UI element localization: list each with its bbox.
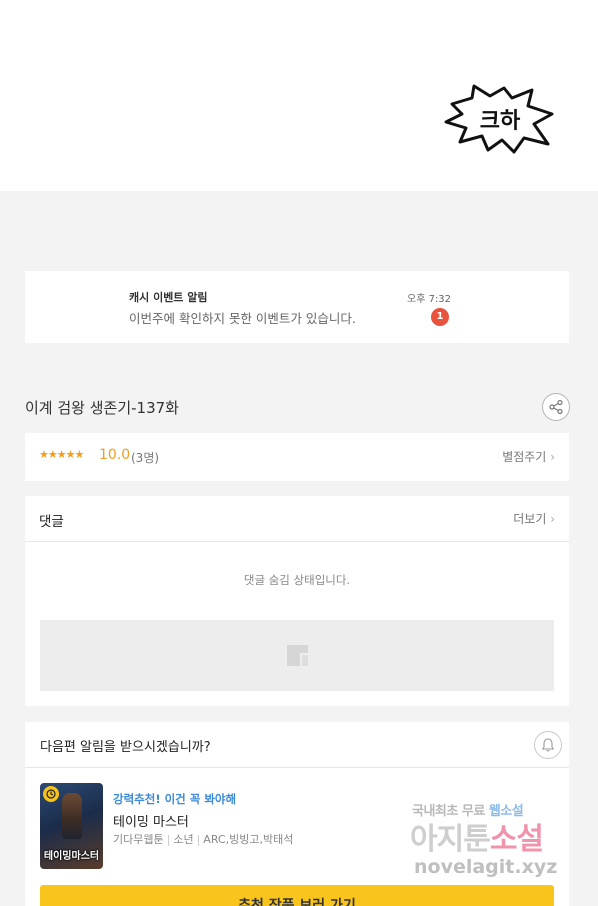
meta-type: 기다무웹툰	[113, 833, 164, 846]
chevron-right-icon: ›	[550, 450, 555, 464]
comments-hidden-message: 댓글 숨김 상태입니다.	[243, 573, 351, 587]
recommend-tag: 강력추천! 이건 꼭 봐야해	[113, 792, 237, 806]
bell-icon	[541, 738, 555, 752]
rate-button-label: 별점주기	[502, 450, 547, 464]
rating-count: (3명)	[131, 451, 160, 465]
comments-title: 댓글	[39, 514, 64, 530]
meta-authors: ARC,빙빙고,박태석	[203, 833, 294, 846]
notice-title: 캐시 이벤트 알림	[129, 291, 208, 304]
thumbnail-logo: 테이밍마스터	[43, 851, 100, 862]
episode-title: 이계 검왕 생존기-137화	[25, 399, 179, 417]
meta-divider: |	[196, 833, 201, 846]
share-button[interactable]	[542, 393, 570, 421]
chevron-right-icon: ›	[550, 512, 555, 526]
cash-event-notice[interactable]: 캐시 이벤트 알림 이번주에 확인하지 못한 이벤트가 있습니다. 오후 7:3…	[25, 271, 569, 343]
comments-more-button[interactable]: 더보기 ›	[513, 510, 555, 527]
rating-card: ★★★★★ 10.0 (3명) 별점주기 ›	[25, 433, 569, 481]
ad-placeholder[interactable]	[40, 620, 554, 691]
notice-body: 이번주에 확인하지 못한 이벤트가 있습니다.	[129, 311, 356, 326]
recommended-thumbnail[interactable]: 테이밍마스터	[40, 783, 103, 869]
meta-genre: 소년	[173, 833, 194, 846]
comments-more-label: 더보기	[513, 512, 547, 526]
next-episode-question: 다음편 알림을 받으시겠습니까?	[40, 740, 211, 755]
comments-header: 댓글 더보기 ›	[25, 496, 569, 542]
meta-divider: |	[166, 833, 171, 846]
next-episode-card: 다음편 알림을 받으시겠습니까? 테이밍마스터 강력추천! 이건 꼭 봐야해 테…	[25, 722, 569, 906]
recommended-meta: 기다무웹툰 | 소년 | ARC,빙빙고,박태석	[113, 831, 293, 847]
image-placeholder-icon	[287, 645, 308, 666]
rating-score: 10.0	[99, 447, 131, 463]
share-icon	[549, 399, 563, 415]
recommended-title[interactable]: 테이밍 마스터	[113, 811, 189, 830]
comments-section: 댓글 더보기 › 댓글 숨김 상태입니다.	[25, 496, 569, 706]
rate-button[interactable]: 별점주기 ›	[502, 448, 555, 465]
rating-stars: ★★★★★	[39, 448, 84, 461]
see-recommendations-button[interactable]: 추천 작품 보러 가기	[40, 885, 554, 906]
next-episode-header: 다음편 알림을 받으시겠습니까?	[25, 722, 569, 768]
comic-panel: 크하	[0, 0, 598, 191]
notification-bell-button[interactable]	[534, 731, 562, 759]
clock-icon	[43, 786, 59, 802]
sound-effect-burst: 크하	[444, 84, 556, 154]
notice-time: 오후 7:32	[407, 294, 452, 305]
notice-count-badge: 1	[431, 308, 449, 326]
thumbnail-character	[62, 793, 82, 839]
sfx-text: 크하	[480, 109, 521, 134]
